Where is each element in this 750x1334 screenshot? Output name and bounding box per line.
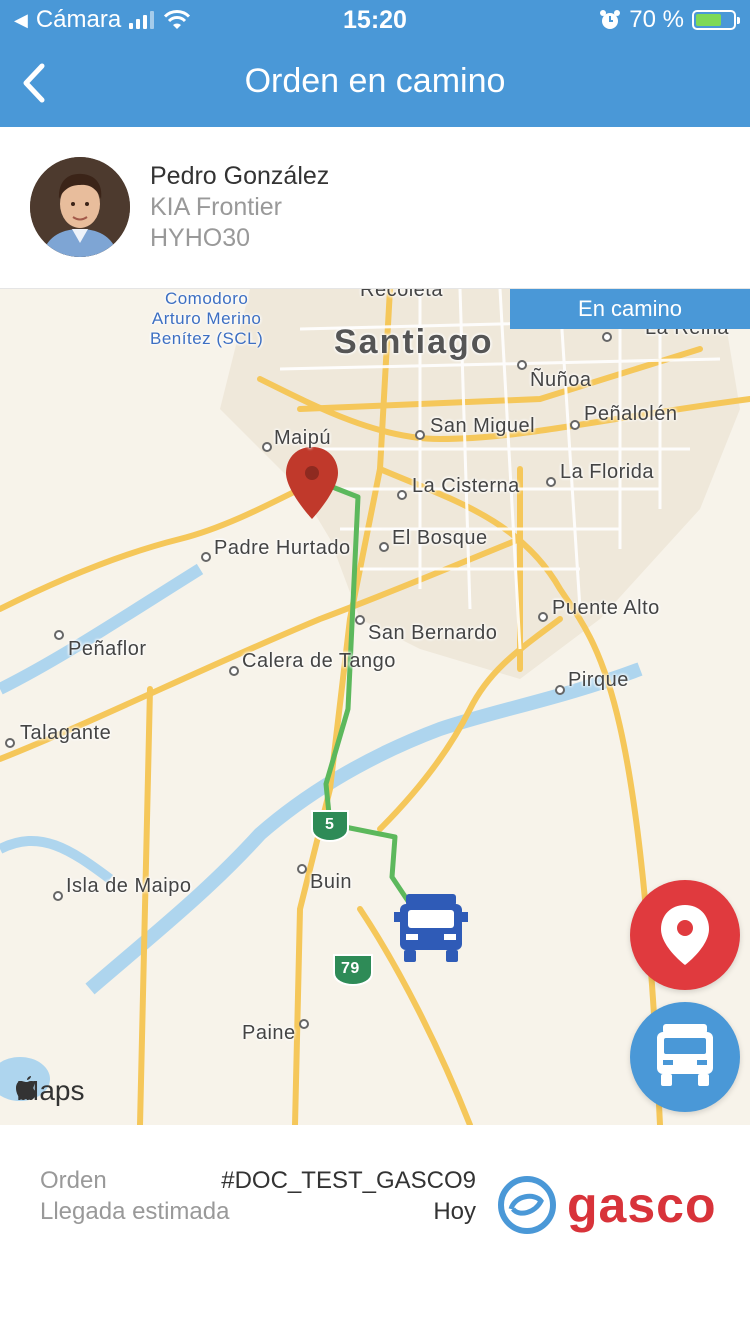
map-label-maipu: Maipú <box>274 427 331 449</box>
map-dot-talagante <box>5 738 15 748</box>
map-dot-calera-de-tango <box>229 666 239 676</box>
map-dot-nunoa <box>517 360 527 370</box>
driver-plate: HYHO30 <box>150 224 251 252</box>
eta-row: Llegada estimada Hoy <box>40 1198 476 1226</box>
route-5-label: 5 <box>325 816 335 833</box>
order-value: #DOC_TEST_GASCO9 <box>221 1167 476 1194</box>
map-label-penaflor: Peñaflor <box>68 638 147 660</box>
order-label: Orden <box>40 1167 107 1194</box>
status-bar: ◀ Cámara 15:20 70 % <box>0 0 750 40</box>
map-dot-pirque <box>555 685 565 695</box>
map-label-airport: Comodoro Arturo Merino Benítez (SCL) <box>150 289 264 348</box>
map-label-puente-alto: Puente Alto <box>552 597 660 619</box>
map-label-san-bernardo: San Bernardo <box>368 622 498 644</box>
battery-icon <box>692 10 740 30</box>
map-dot-padre-hurtado <box>201 552 211 562</box>
eta-value: Hoy <box>433 1198 476 1225</box>
map-label-penalolen: Peñalolén <box>584 403 678 425</box>
driver-info: Pedro González KIA Frontier HYHO30 <box>150 161 329 254</box>
apple-logo-icon <box>16 1076 37 1100</box>
map-label-talagante: Talagante <box>20 722 112 744</box>
map-dot-penaflor <box>54 630 64 640</box>
location-pin-icon <box>661 905 709 965</box>
map-label-isla-de-maipo: Isla de Maipo <box>66 875 192 897</box>
top-bar: ◀ Cámara 15:20 70 % Orden en camino <box>0 0 750 127</box>
gasco-swirl-icon <box>498 1176 556 1234</box>
map-dot-maipu <box>262 442 272 452</box>
map-label-nunoa: Ñuñoa <box>530 369 592 391</box>
map-dot-isla-de-maipo <box>53 891 63 901</box>
driver-vehicle: KIA Frontier <box>150 193 282 221</box>
apple-maps-attribution[interactable]: Maps <box>16 1075 84 1107</box>
driver-name: Pedro González <box>150 162 330 190</box>
map-dot-la-cisterna <box>397 490 407 500</box>
eta-label: Llegada estimada <box>40 1198 230 1225</box>
order-status-chip: En camino <box>510 289 750 329</box>
map-label-pirque: Pirque <box>568 669 629 691</box>
status-right: 70 % <box>599 6 740 34</box>
map-label-santiago: Santiago <box>334 323 494 361</box>
center-destination-button[interactable] <box>630 880 740 990</box>
truck-icon <box>657 1024 713 1086</box>
truck-marker-icon[interactable] <box>394 894 468 962</box>
route-79-label: 79 <box>341 960 360 977</box>
route-map[interactable]: Comodoro Arturo Merino Benítez (SCL) Rec… <box>0 289 750 1125</box>
map-label-la-florida: La Florida <box>560 461 654 483</box>
map-label-padre-hurtado: Padre Hurtado <box>214 537 351 559</box>
nav-bar: Orden en camino <box>0 40 750 127</box>
battery-percent: 70 % <box>629 6 684 33</box>
driver-avatar <box>30 157 130 257</box>
map-dot-paine <box>299 1019 309 1029</box>
map-dot-puente-alto <box>538 612 548 622</box>
map-dot-san-bernardo <box>355 615 365 625</box>
map-label-la-cisterna: La Cisterna <box>412 475 520 497</box>
gasco-logo: gasco <box>497 1175 717 1235</box>
alarm-icon <box>600 10 621 29</box>
map-label-san-miguel: San Miguel <box>430 415 536 437</box>
map-dot-buin <box>297 864 307 874</box>
map-label-buin: Buin <box>310 871 353 893</box>
map-dot-la-reina <box>602 332 612 342</box>
center-truck-button[interactable] <box>630 1002 740 1112</box>
driver-card: Pedro González KIA Frontier HYHO30 <box>0 127 750 289</box>
map-label-el-bosque: El Bosque <box>392 527 488 549</box>
gasco-wordmark: gasco <box>567 1177 717 1233</box>
map-dot-san-miguel <box>415 430 425 440</box>
page-title: Orden en camino <box>244 62 506 100</box>
map-dot-la-florida <box>546 477 556 487</box>
map-label-recoleta: Recoleta <box>360 289 443 301</box>
order-footer: Orden #DOC_TEST_GASCO9 Llegada estimada … <box>0 1125 750 1334</box>
map-label-calera-de-tango: Calera de Tango <box>242 650 396 672</box>
order-id-row: Orden #DOC_TEST_GASCO9 <box>40 1167 476 1195</box>
map-label-paine: Paine <box>242 1022 296 1044</box>
map-dot-penalolen <box>570 420 580 430</box>
map-dot-el-bosque <box>379 542 389 552</box>
